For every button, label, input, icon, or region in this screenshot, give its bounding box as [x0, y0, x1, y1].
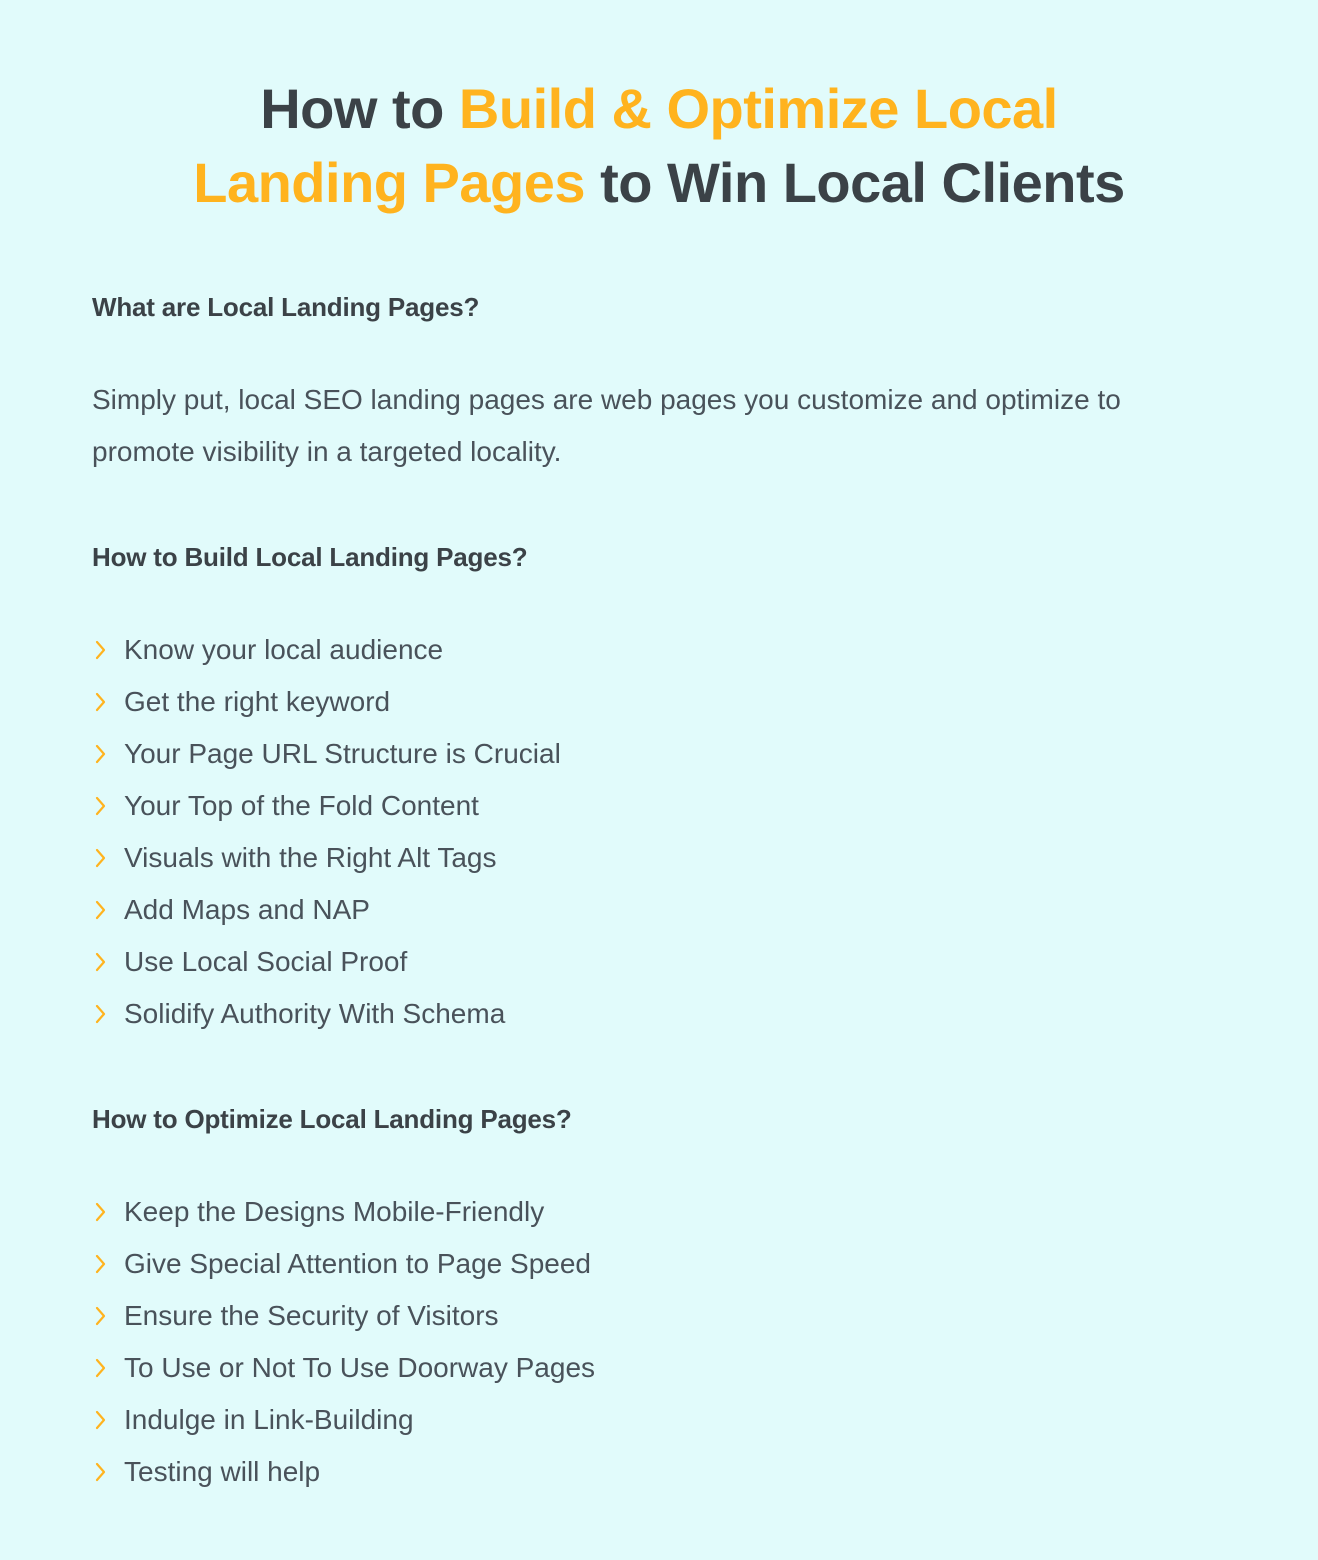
chevron-right-icon	[92, 1201, 124, 1223]
build-list: Know your local audience Get the right ke…	[92, 624, 1226, 1040]
optimize-list: Keep the Designs Mobile-Friendly Give Spe…	[92, 1186, 1226, 1498]
list-item: Testing will help	[92, 1446, 1226, 1498]
section-heading-how-to-build: How to Build Local Landing Pages?	[92, 542, 528, 572]
chevron-right-icon	[92, 847, 124, 869]
chevron-right-icon	[92, 1409, 124, 1431]
build-item-label: Get the right keyword	[124, 686, 391, 717]
chevron-right-icon	[92, 899, 124, 921]
list-item: Add Maps and NAP	[92, 884, 1226, 936]
list-item: Indulge in Link-Building	[92, 1394, 1226, 1446]
list-item: Give Special Attention to Page Speed	[92, 1238, 1226, 1290]
title-block: How to Build & Optimize Local Landing Pa…	[0, 0, 1318, 220]
section-heading-how-to-optimize: How to Optimize Local Landing Pages?	[92, 1104, 572, 1134]
list-item: Your Page URL Structure is Crucial	[92, 728, 1226, 780]
chevron-right-icon	[92, 639, 124, 661]
chevron-right-icon	[92, 1003, 124, 1025]
chevron-right-icon	[92, 1461, 124, 1483]
build-item-label: Solidify Authority With Schema	[124, 998, 506, 1029]
list-item: Use Local Social Proof	[92, 936, 1226, 988]
optimize-item-label: Give Special Attention to Page Speed	[124, 1248, 591, 1279]
title-line2-plain: to Win Local Clients	[585, 151, 1125, 214]
page-title: How to Build & Optimize Local Landing Pa…	[120, 72, 1198, 220]
infographic-page: How to Build & Optimize Local Landing Pa…	[0, 0, 1318, 1560]
chevron-right-icon	[92, 691, 124, 713]
title-line2-accent: Landing Pages	[193, 151, 586, 214]
list-item: Your Top of the Fold Content	[92, 780, 1226, 832]
title-line1-plain: How to	[260, 77, 459, 140]
list-item: Know your local audience	[92, 624, 1226, 676]
chevron-right-icon	[92, 743, 124, 765]
list-item: Visuals with the Right Alt Tags	[92, 832, 1226, 884]
chevron-right-icon	[92, 795, 124, 817]
build-item-label: Your Top of the Fold Content	[124, 790, 479, 821]
list-item: Get the right keyword	[92, 676, 1226, 728]
optimize-item-label: Ensure the Security of Visitors	[124, 1300, 499, 1331]
section-heading-what-are: What are Local Landing Pages?	[92, 292, 480, 322]
chevron-right-icon	[92, 951, 124, 973]
chevron-right-icon	[92, 1305, 124, 1327]
build-item-label: Use Local Social Proof	[124, 946, 408, 977]
list-item: To Use or Not To Use Doorway Pages	[92, 1342, 1226, 1394]
section-paragraph-what-are: Simply put, local SEO landing pages are …	[92, 384, 1121, 467]
optimize-item-label: Testing will help	[124, 1456, 321, 1487]
list-item: Solidify Authority With Schema	[92, 988, 1226, 1040]
chevron-right-icon	[92, 1357, 124, 1379]
title-line1-accent: Build & Optimize Local	[458, 77, 1058, 140]
content-body: What are Local Landing Pages? Simply put…	[0, 290, 1318, 1498]
optimize-item-label: Keep the Designs Mobile-Friendly	[124, 1196, 545, 1227]
optimize-item-label: Indulge in Link-Building	[124, 1404, 414, 1435]
optimize-item-label: To Use or Not To Use Doorway Pages	[124, 1352, 596, 1383]
chevron-right-icon	[92, 1253, 124, 1275]
list-item: Keep the Designs Mobile-Friendly	[92, 1186, 1226, 1238]
build-item-label: Know your local audience	[124, 634, 444, 665]
build-item-label: Add Maps and NAP	[124, 894, 370, 925]
list-item: Ensure the Security of Visitors	[92, 1290, 1226, 1342]
build-item-label: Visuals with the Right Alt Tags	[124, 842, 497, 873]
build-item-label: Your Page URL Structure is Crucial	[124, 738, 561, 769]
